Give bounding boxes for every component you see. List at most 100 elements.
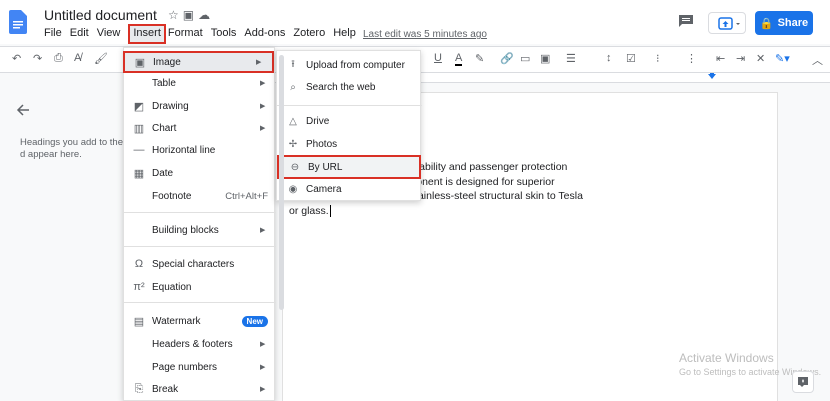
- menu-item-chart[interactable]: ▥ Chart ▶: [124, 118, 276, 138]
- submenu-arrow-icon: ▶: [260, 386, 266, 393]
- submenu-item-search-web[interactable]: ⌕ Search the web: [277, 77, 422, 98]
- explore-button[interactable]: [792, 371, 814, 393]
- link-icon: ⊖: [290, 161, 300, 173]
- star-icon[interactable]: ☆: [168, 8, 183, 22]
- paint-format-icon[interactable]: 🖌: [94, 52, 108, 65]
- menu-file[interactable]: File: [44, 27, 68, 43]
- pi-icon: π²: [133, 281, 145, 293]
- menu-item-horizontal-line[interactable]: — Horizontal line: [124, 140, 276, 160]
- outline-back-arrow-icon[interactable]: [16, 103, 30, 117]
- share-button[interactable]: 🔒 Share: [755, 11, 813, 35]
- windows-activation-title: Activate Windows: [679, 351, 774, 365]
- menu-item-image[interactable]: ▣ Image ▶: [123, 51, 274, 73]
- text-color-icon[interactable]: A: [455, 52, 463, 66]
- title-icons: ☆▣☁: [168, 8, 214, 22]
- menu-divider: [124, 212, 276, 213]
- docs-logo-icon[interactable]: [9, 10, 27, 34]
- document-title[interactable]: Untitled document: [44, 7, 157, 23]
- editing-mode-icon[interactable]: ✎▾: [775, 52, 790, 65]
- share-label: Share: [777, 17, 809, 29]
- move-folder-icon[interactable]: ▣: [183, 8, 198, 22]
- image-icon: ▣: [134, 56, 146, 69]
- menu-view[interactable]: View: [97, 27, 127, 43]
- last-edit-link[interactable]: Last edit was 5 minutes ago: [363, 29, 487, 40]
- menu-addons[interactable]: Add-ons: [244, 27, 291, 43]
- menu-help[interactable]: Help: [333, 27, 362, 43]
- drive-icon: △: [289, 116, 297, 127]
- menu-item-footnote[interactable]: Footnote Ctrl+Alt+F: [124, 186, 276, 206]
- footnote-shortcut: Ctrl+Alt+F: [225, 190, 268, 202]
- submenu-item-camera[interactable]: ◉ Camera: [277, 179, 422, 200]
- watermark-icon: ▤: [133, 315, 145, 328]
- lock-icon: 🔒: [759, 17, 774, 30]
- highlight-icon[interactable]: ✎: [475, 52, 484, 65]
- add-comment-icon[interactable]: ▭: [520, 52, 530, 65]
- link-icon[interactable]: 🔗: [500, 52, 514, 65]
- menu-format[interactable]: Format: [168, 27, 209, 43]
- submenu-arrow-icon: ▶: [260, 125, 266, 132]
- new-badge: New: [241, 315, 268, 327]
- menu-insert[interactable]: Insert: [128, 24, 166, 44]
- bulleted-list-icon[interactable]: ⁝: [656, 52, 660, 65]
- calendar-icon: ▦: [133, 167, 145, 180]
- checklist-icon[interactable]: ☑: [626, 52, 636, 65]
- menu-item-equation[interactable]: π² Equation: [124, 277, 276, 297]
- spellcheck-icon[interactable]: A̸: [74, 52, 81, 64]
- menu-item-building-blocks[interactable]: Building blocks ▶: [124, 220, 276, 240]
- menu-edit[interactable]: Edit: [70, 27, 95, 43]
- menu-item-page-numbers[interactable]: Page numbers ▶: [124, 357, 276, 377]
- menu-bar: File Edit View Insert Format Tools Add-o…: [44, 24, 364, 44]
- cloud-status-icon[interactable]: ☁: [198, 8, 214, 22]
- insert-image-icon[interactable]: ▣: [540, 52, 550, 65]
- submenu-arrow-icon: ▶: [260, 364, 266, 371]
- text-cursor: [329, 204, 331, 217]
- increase-indent-icon[interactable]: ⇥: [736, 52, 745, 65]
- submenu-arrow-icon: ▶: [256, 59, 262, 66]
- submenu-arrow-icon: ▶: [260, 103, 266, 110]
- photos-pinwheel-icon: ✢: [288, 139, 298, 150]
- omega-icon: Ω: [134, 258, 144, 270]
- underline-icon[interactable]: U: [434, 52, 442, 64]
- horizontal-line-icon: —: [133, 144, 145, 156]
- submenu-item-by-url[interactable]: ⊖ By URL: [277, 155, 421, 179]
- present-button[interactable]: [708, 12, 746, 34]
- menu-divider: [124, 246, 276, 247]
- chart-icon: ▥: [133, 122, 145, 135]
- present-icon: [718, 17, 740, 30]
- menu-scrollbar[interactable]: [279, 55, 284, 310]
- undo-icon[interactable]: ↶: [12, 52, 21, 65]
- menu-item-drawing[interactable]: ◩ Drawing ▶: [124, 96, 276, 116]
- menu-item-table[interactable]: Table ▶: [124, 73, 276, 93]
- doc-line: or glass.: [289, 204, 331, 217]
- submenu-arrow-icon: ▶: [260, 341, 266, 348]
- menu-item-date[interactable]: ▦ Date: [124, 163, 276, 183]
- menu-item-watermark[interactable]: ▤ Watermark New: [124, 311, 276, 331]
- menu-item-break[interactable]: ⎘ Break ▶: [124, 379, 276, 399]
- submenu-item-drive[interactable]: △ Drive: [277, 111, 422, 132]
- menu-divider: [124, 302, 276, 303]
- print-icon[interactable]: ⎙: [54, 52, 63, 65]
- clear-format-icon[interactable]: ✕: [756, 52, 765, 65]
- menu-item-headers-footers[interactable]: Headers & footers ▶: [124, 334, 276, 354]
- collapse-toolbar-icon[interactable]: ︿: [812, 52, 823, 68]
- menu-item-special-characters[interactable]: Ω Special characters: [124, 254, 276, 274]
- line-spacing-icon[interactable]: ↕: [606, 52, 612, 64]
- submenu-arrow-icon: ▶: [260, 227, 266, 234]
- submenu-arrow-icon: ▶: [260, 80, 266, 87]
- menu-tools[interactable]: Tools: [211, 27, 243, 43]
- menu-divider: [277, 105, 422, 106]
- align-icon[interactable]: ☰: [566, 52, 576, 65]
- comment-history-icon[interactable]: [678, 14, 694, 28]
- upload-icon: ⭱: [291, 59, 295, 70]
- menu-zotero[interactable]: Zotero: [293, 27, 331, 43]
- search-icon: ⌕: [290, 82, 296, 93]
- redo-icon[interactable]: ↷: [33, 52, 42, 65]
- submenu-item-photos[interactable]: ✢ Photos: [277, 134, 422, 155]
- decrease-indent-icon[interactable]: ⇤: [716, 52, 725, 65]
- camera-icon: ◉: [288, 184, 298, 195]
- insert-menu: ▣ Image ▶ Table ▶ ◩ Drawing ▶ ▥ Chart ▶ — H…: [123, 47, 276, 401]
- explore-icon: [798, 377, 808, 387]
- submenu-item-upload[interactable]: ⭱ Upload from computer: [277, 55, 422, 76]
- numbered-list-icon[interactable]: ⋮: [686, 52, 697, 65]
- break-icon: ⎘: [134, 382, 144, 395]
